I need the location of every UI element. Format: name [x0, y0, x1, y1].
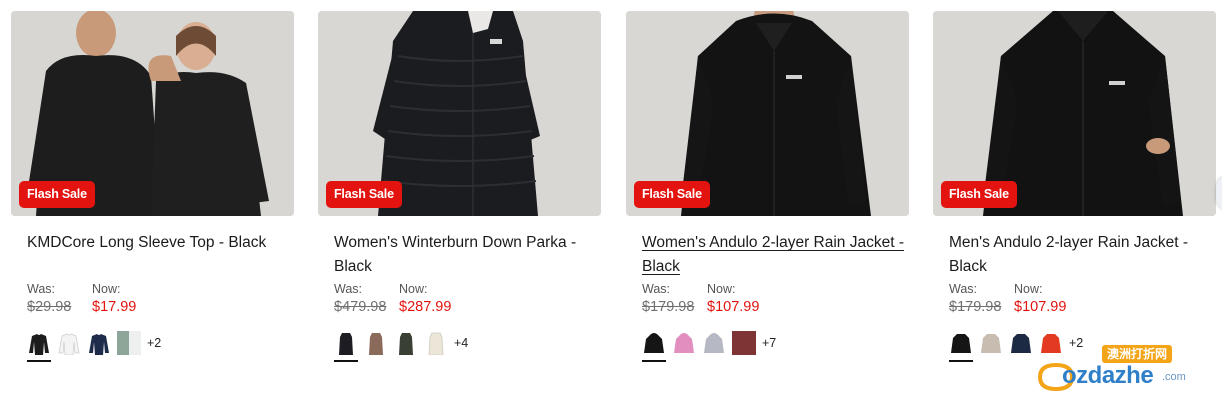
was-price: $29.98 — [27, 299, 72, 315]
was-price-block: Was: $179.98 — [642, 282, 694, 317]
swatch-cream[interactable] — [424, 331, 448, 355]
now-price-block: Now: $17.99 — [92, 282, 136, 317]
swatch-sage[interactable] — [117, 331, 141, 355]
swatch-burgundy[interactable] — [732, 331, 756, 355]
was-label: Was: — [642, 282, 671, 296]
watermark-cn-text: 澳洲打折网 — [1102, 345, 1173, 363]
now-price-block: Now: $287.99 — [399, 282, 451, 317]
watermark-en-text: ozdazhe — [1062, 362, 1154, 389]
product-title[interactable]: KMDCore Long Sleeve Top - Black — [27, 231, 289, 255]
swatch-grey[interactable] — [702, 331, 726, 355]
now-label: Now: — [399, 282, 428, 296]
product-title[interactable]: Men's Andulo 2-layer Rain Jacket - Black — [949, 231, 1211, 279]
now-label: Now: — [707, 282, 736, 296]
more-colours-count[interactable]: +2 — [147, 331, 161, 355]
swatch-stone[interactable] — [979, 331, 1003, 355]
swatch-black[interactable] — [642, 331, 666, 362]
watermark-domain: .com — [1162, 371, 1186, 383]
now-price: $17.99 — [92, 299, 137, 315]
was-label: Was: — [27, 282, 56, 296]
product-grid: Flash Sale KMDCore Long Sleeve Top - Bla… — [11, 11, 1222, 391]
swatch-olive[interactable] — [394, 331, 418, 355]
product-title[interactable]: Women's Andulo 2-layer Rain Jacket - Bla… — [642, 231, 904, 279]
now-price: $107.99 — [707, 299, 760, 315]
now-label: Now: — [1014, 282, 1043, 296]
product-card-kmdcore-top[interactable]: Flash Sale KMDCore Long Sleeve Top - Bla… — [11, 11, 294, 381]
was-price: $179.98 — [949, 299, 1002, 315]
swatch-black[interactable] — [949, 331, 973, 362]
flash-sale-badge: Flash Sale — [941, 181, 1017, 208]
colour-swatches: +4 — [334, 331, 468, 362]
was-price-block: Was: $179.98 — [949, 282, 1001, 317]
was-price-block: Was: $29.98 — [27, 282, 71, 317]
was-label: Was: — [334, 282, 363, 296]
was-price-block: Was: $479.98 — [334, 282, 386, 317]
flash-sale-badge: Flash Sale — [19, 181, 95, 208]
product-card-winterburn-parka[interactable]: Flash Sale Women's Winterburn Down Parka… — [318, 11, 601, 381]
colour-swatches: +7 — [642, 331, 776, 362]
now-price: $107.99 — [1014, 299, 1067, 315]
now-price-block: Now: $107.99 — [707, 282, 759, 317]
swatch-navy[interactable] — [1009, 331, 1033, 355]
swatch-white[interactable] — [57, 331, 81, 355]
flash-sale-badge: Flash Sale — [326, 181, 402, 208]
product-card-mens-andulo-jacket[interactable]: Flash Sale Men's Andulo 2-layer Rain Jac… — [933, 11, 1216, 381]
was-price: $179.98 — [642, 299, 695, 315]
swatch-pink[interactable] — [672, 331, 696, 355]
more-colours-count[interactable]: +4 — [454, 331, 468, 355]
was-price: $479.98 — [334, 299, 387, 315]
now-price-block: Now: $107.99 — [1014, 282, 1066, 317]
swatch-mocha[interactable] — [364, 331, 388, 355]
watermark: 澳洲打折网 ozdazhe .com — [1036, 345, 1196, 393]
product-card-womens-andulo-jacket[interactable]: Flash Sale Women's Andulo 2-layer Rain J… — [626, 11, 909, 381]
flash-sale-badge: Flash Sale — [634, 181, 710, 208]
now-price: $287.99 — [399, 299, 452, 315]
more-colours-count[interactable]: +7 — [762, 331, 776, 355]
product-title[interactable]: Women's Winterburn Down Parka - Black — [334, 231, 596, 279]
swatch-black[interactable] — [27, 331, 51, 362]
was-label: Was: — [949, 282, 978, 296]
colour-swatches: +2 — [27, 331, 161, 362]
swatch-navy[interactable] — [87, 331, 111, 355]
swatch-black[interactable] — [334, 331, 358, 362]
now-label: Now: — [92, 282, 121, 296]
